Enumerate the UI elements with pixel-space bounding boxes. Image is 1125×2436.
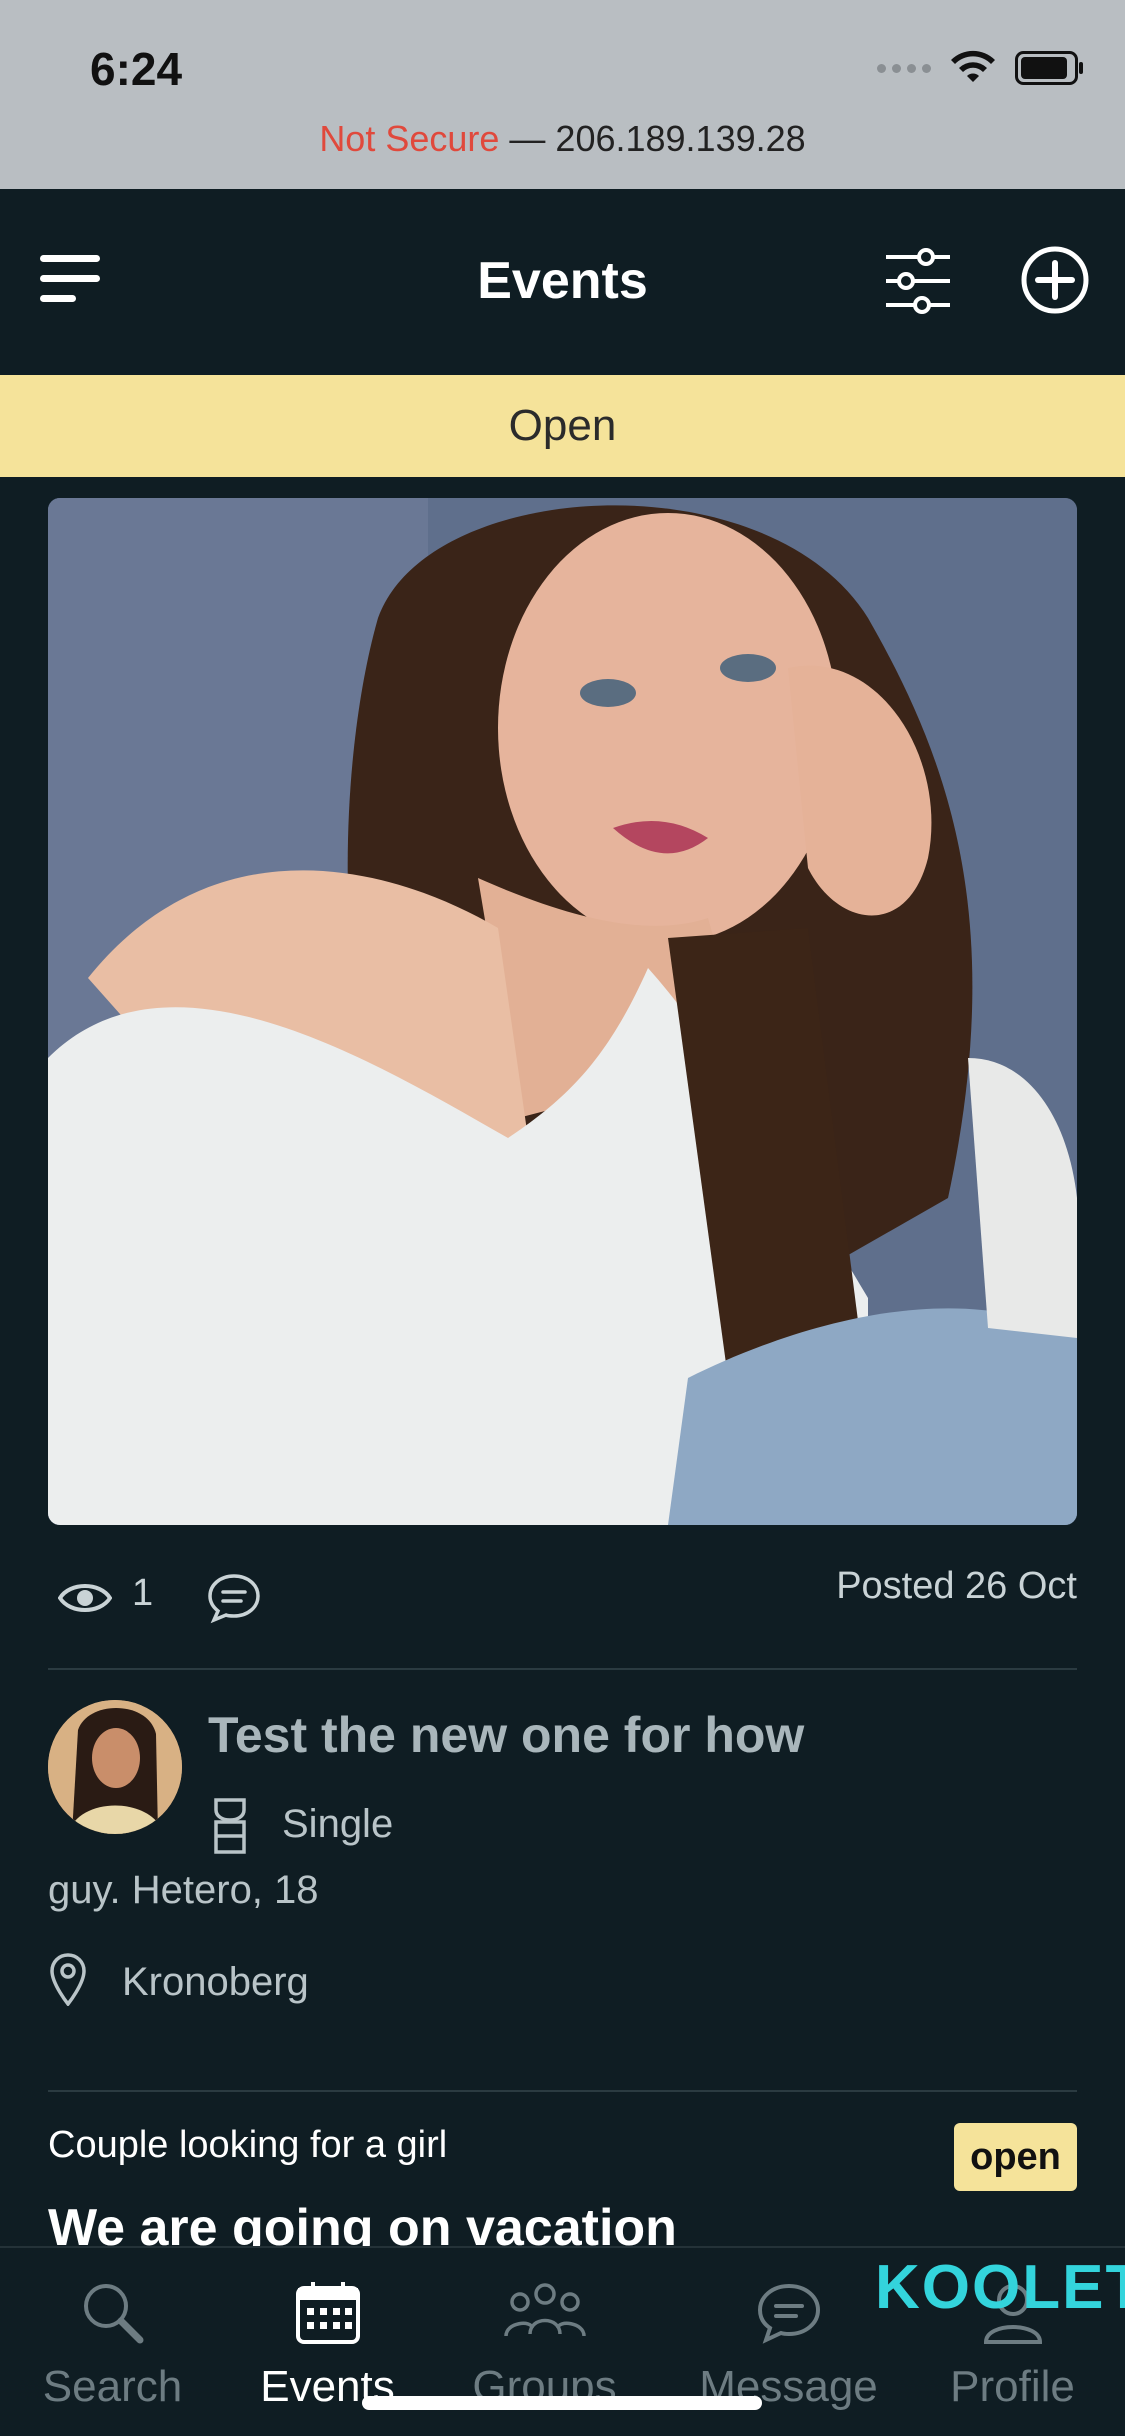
status-time: 6:24 bbox=[90, 43, 183, 95]
add-circle-icon[interactable] bbox=[1020, 245, 1090, 315]
divider bbox=[48, 1668, 1077, 1670]
views-count: 1 bbox=[132, 1572, 154, 1614]
event-location: Kronoberg bbox=[122, 1960, 309, 2004]
portrait-image bbox=[48, 498, 1077, 1525]
signal-icon bbox=[877, 63, 931, 73]
divider bbox=[48, 2090, 1077, 2092]
eye-icon bbox=[58, 1584, 112, 1612]
home-indicator[interactable] bbox=[362, 2396, 762, 2410]
tab-search[interactable]: Search bbox=[0, 2248, 225, 2436]
tab-label: Search bbox=[42, 2362, 183, 2411]
filter-banner[interactable]: Open bbox=[0, 375, 1125, 477]
comment-icon[interactable] bbox=[206, 1572, 262, 1624]
message-icon bbox=[757, 2283, 821, 2344]
battery-icon bbox=[1015, 51, 1083, 85]
address-bar[interactable]: Not Secure — 206.189.139.28 bbox=[0, 118, 1125, 160]
relationship-status-icon bbox=[214, 1798, 246, 1854]
page-title: Events bbox=[477, 252, 648, 310]
navbar: Events bbox=[0, 189, 1125, 375]
watermark-logo: KOOLET bbox=[875, 2253, 1125, 2322]
tab-label: Profile bbox=[950, 2362, 1075, 2411]
search-icon bbox=[84, 2284, 144, 2344]
status-badge: open bbox=[954, 2123, 1077, 2191]
filter-sliders-icon[interactable] bbox=[884, 245, 952, 317]
url-separator: — bbox=[499, 118, 556, 159]
event-description: guy. Hetero, 18 bbox=[48, 1868, 319, 1912]
event-photo[interactable] bbox=[48, 498, 1077, 1525]
status-icons bbox=[877, 50, 1085, 86]
not-secure-label: Not Secure bbox=[319, 118, 500, 159]
calendar-icon bbox=[296, 2282, 360, 2344]
posted-date: Posted 26 Oct bbox=[836, 1565, 1077, 1607]
relationship-status: Single bbox=[282, 1802, 394, 1846]
url-host: 206.189.139.28 bbox=[555, 118, 806, 159]
event-title[interactable]: Test the new one for how bbox=[208, 1706, 804, 1764]
groups-icon bbox=[504, 2283, 586, 2337]
status-bar: 6:24 Not Secure — 206.189.139.28 bbox=[0, 0, 1125, 189]
location-pin-icon bbox=[50, 1953, 86, 2006]
avatar-image bbox=[48, 1700, 182, 1834]
wifi-icon bbox=[951, 50, 995, 82]
next-post-subtitle: Couple looking for a girl bbox=[48, 2124, 448, 2166]
avatar[interactable] bbox=[48, 1700, 182, 1834]
